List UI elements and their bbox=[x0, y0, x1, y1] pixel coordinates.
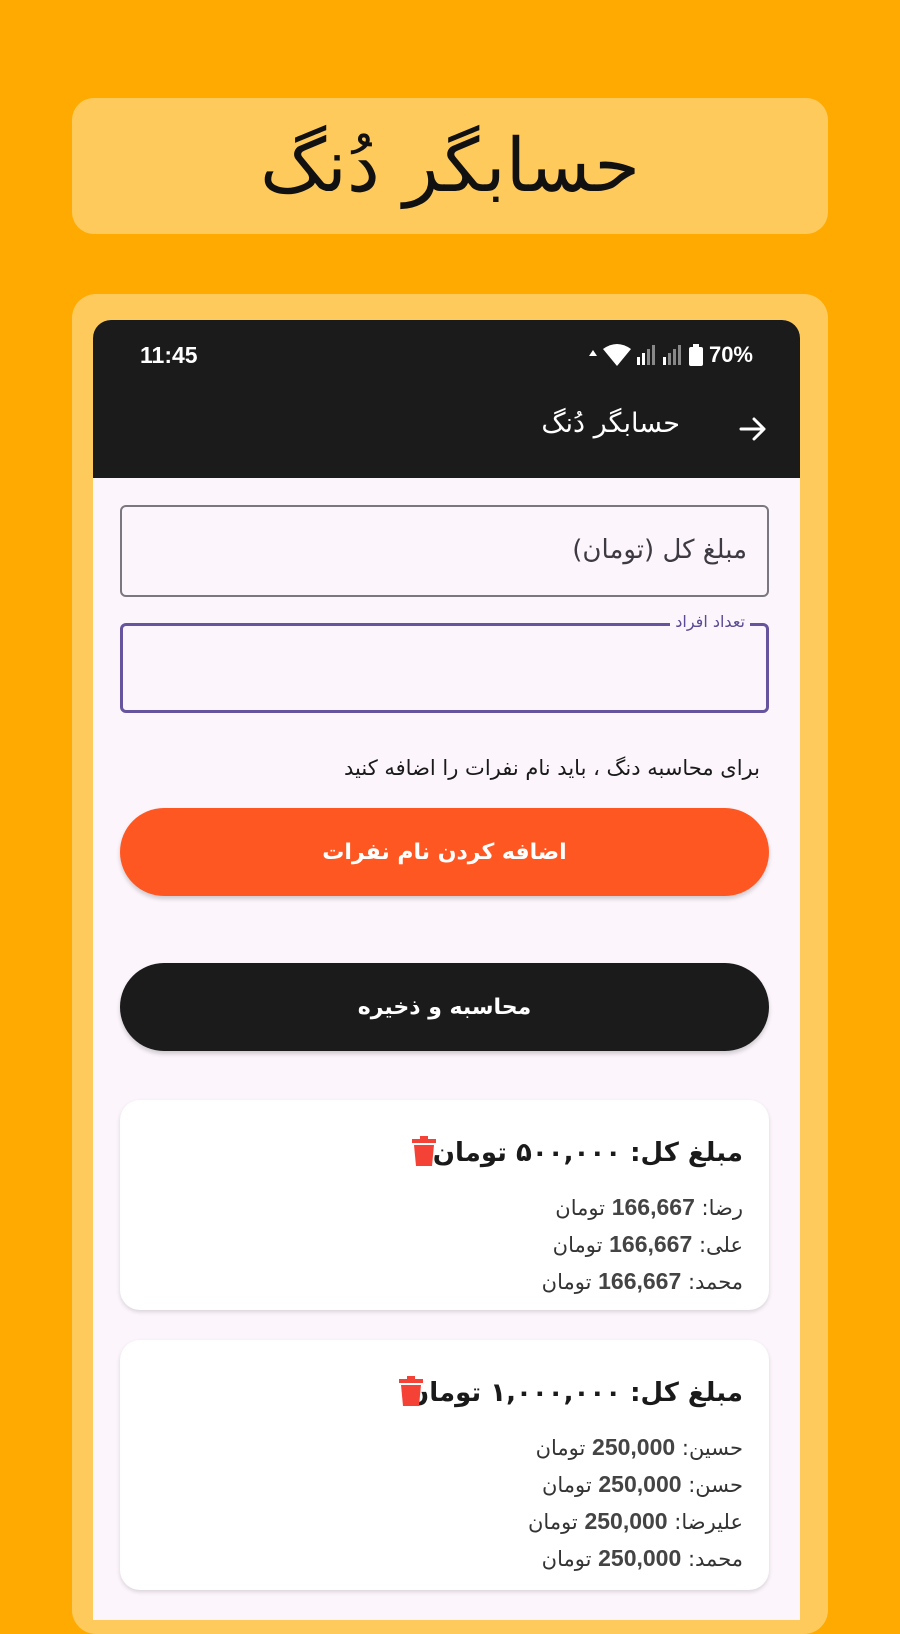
battery-percent: 70% bbox=[708, 342, 753, 367]
share-unit: تومان bbox=[552, 1233, 603, 1257]
share-unit: تومان bbox=[541, 1547, 592, 1571]
total-value: ۵۰۰,۰۰۰ تومان bbox=[432, 1138, 622, 1168]
total-amount-field[interactable]: مبلغ کل (تومان) bbox=[120, 505, 769, 597]
add-names-button[interactable]: اضافه کردن نام نفرات bbox=[120, 808, 769, 896]
share-name: محمد: bbox=[687, 1547, 743, 1571]
result-card: مبلغ کل: ۵۰۰,۰۰۰ تومان رضا: 166,667 توما… bbox=[120, 1100, 769, 1310]
status-time: 11:45 bbox=[140, 342, 198, 368]
back-arrow-icon[interactable] bbox=[738, 414, 768, 444]
share-name: محمد: bbox=[687, 1270, 743, 1294]
phone-screen: 11:45 70% حسابگر دُنگ مبلغ کل (تومان) تع… bbox=[93, 320, 800, 1620]
total-label: مبلغ کل: bbox=[630, 1378, 743, 1408]
data-arrow-icon bbox=[588, 350, 597, 356]
share-row: حسین: 250,000 تومان bbox=[536, 1432, 743, 1463]
total-amount-placeholder: مبلغ کل (تومان) bbox=[572, 535, 747, 565]
share-unit: تومان bbox=[528, 1510, 578, 1534]
signal-icon-2 bbox=[662, 345, 681, 365]
result-total: مبلغ کل: ۱,۰۰۰,۰۰۰ تومان bbox=[407, 1378, 743, 1408]
share-unit: تومان bbox=[555, 1196, 606, 1220]
share-row: حسن: 250,000 تومان bbox=[542, 1469, 743, 1500]
share-row: علیرضا: 250,000 تومان bbox=[528, 1506, 743, 1537]
calculate-save-button[interactable]: محاسبه و ذخیره bbox=[120, 963, 769, 1051]
people-count-field[interactable]: تعداد افراد bbox=[120, 612, 769, 713]
share-amount: 250,000 bbox=[598, 1471, 682, 1497]
share-row: محمد: 250,000 تومان bbox=[542, 1543, 743, 1574]
share-name: علیرضا: bbox=[674, 1510, 743, 1534]
share-amount: 166,667 bbox=[609, 1231, 693, 1257]
trash-icon[interactable] bbox=[412, 1136, 436, 1166]
wifi-icon bbox=[602, 344, 631, 366]
promo-banner: حسابگر دُنگ bbox=[72, 98, 828, 234]
share-amount: 166,667 bbox=[598, 1268, 682, 1294]
app-bar-title: حسابگر دُنگ bbox=[541, 408, 680, 439]
share-row: محمد: 166,667 تومان bbox=[542, 1266, 743, 1297]
hint-text: برای محاسبه دنگ ، باید نام نفرات را اضاف… bbox=[344, 756, 760, 780]
shares-list: رضا: 166,667 تومان علی: 166,667 تومان مح… bbox=[542, 1192, 743, 1297]
top-bar: 11:45 70% حسابگر دُنگ bbox=[93, 320, 800, 478]
shares-list: حسین: 250,000 تومان حسن: 250,000 تومان ع… bbox=[528, 1432, 743, 1574]
share-name: حسین: bbox=[681, 1436, 743, 1460]
signal-icon bbox=[636, 345, 655, 365]
share-amount: 166,667 bbox=[611, 1194, 695, 1220]
share-amount: 250,000 bbox=[584, 1508, 668, 1534]
share-unit: تومان bbox=[541, 1270, 592, 1294]
banner-title: حسابگر دُنگ bbox=[260, 123, 640, 209]
share-amount: 250,000 bbox=[598, 1545, 682, 1571]
battery-icon bbox=[688, 344, 703, 366]
total-label: مبلغ کل: bbox=[630, 1138, 743, 1168]
share-unit: تومان bbox=[541, 1473, 592, 1497]
trash-icon[interactable] bbox=[399, 1376, 423, 1406]
share-name: رضا: bbox=[701, 1196, 743, 1220]
people-count-label: تعداد افراد bbox=[670, 612, 750, 631]
result-card: مبلغ کل: ۱,۰۰۰,۰۰۰ تومان حسین: 250,000 ت… bbox=[120, 1340, 769, 1590]
share-row: رضا: 166,667 تومان bbox=[555, 1192, 743, 1223]
share-unit: تومان bbox=[535, 1436, 586, 1460]
share-name: حسن: bbox=[688, 1473, 743, 1497]
share-row: علی: 166,667 تومان bbox=[553, 1229, 743, 1260]
status-icons: 70% bbox=[588, 342, 753, 368]
share-name: علی: bbox=[698, 1233, 743, 1257]
result-total: مبلغ کل: ۵۰۰,۰۰۰ تومان bbox=[433, 1138, 743, 1168]
share-amount: 250,000 bbox=[592, 1434, 676, 1460]
total-value: ۱,۰۰۰,۰۰۰ تومان bbox=[407, 1378, 622, 1408]
